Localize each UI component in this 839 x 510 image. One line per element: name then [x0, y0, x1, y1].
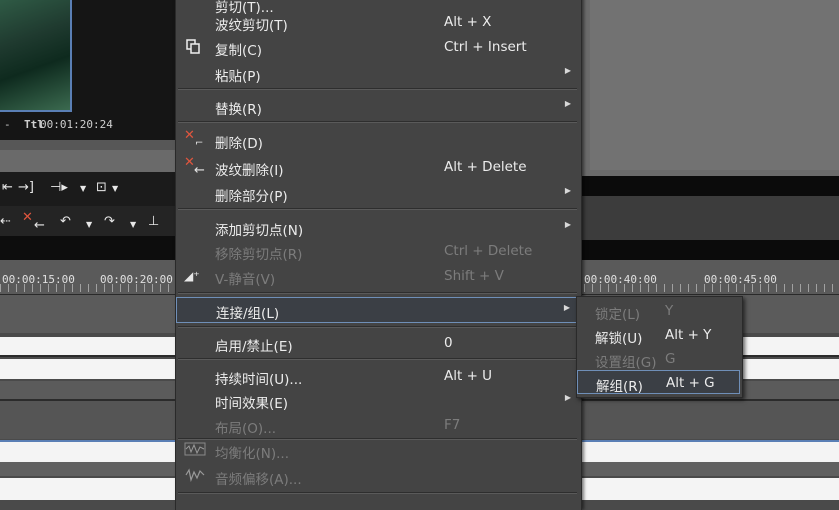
menu-separator	[178, 292, 577, 294]
clip-icon[interactable]: ⊡	[96, 180, 107, 195]
submenu-arrow-icon: ▶	[564, 220, 571, 229]
menu-item-time-effect[interactable]: 时间效果(E) ▶	[176, 388, 579, 412]
menu-separator	[178, 358, 577, 360]
chevron-down-icon[interactable]: ▼	[86, 220, 92, 229]
playback-toolbar: ⇤ →] ⊣▸ ▼ ⊡ ▼	[0, 172, 175, 206]
submenu-item-unlock[interactable]: 解锁(U) Alt + Y	[577, 323, 740, 347]
chevron-down-icon[interactable]: ▼	[80, 184, 86, 193]
menu-item-audio-offset: 音频偏移(A)...	[176, 464, 579, 488]
preview-scrub-bar[interactable]	[0, 150, 175, 172]
mark-in-icon[interactable]: →]	[18, 180, 34, 195]
timeline-header-band	[0, 236, 175, 260]
chevron-down-icon[interactable]: ▼	[112, 184, 118, 193]
submenu-item-lock: 锁定(L) Y	[595, 303, 674, 323]
menu-item-link-group[interactable]: 连接/组(L) ▶	[176, 297, 579, 323]
menu-item-ripple-delete[interactable]: ✕ ← 波纹删除(I) Alt + Delete	[176, 155, 579, 179]
ripple-tool-icon[interactable]: ⇠	[0, 214, 11, 229]
submenu-arrow-icon: ▶	[564, 66, 571, 75]
step-back-icon[interactable]: ⇤	[2, 180, 13, 195]
menu-separator	[178, 208, 577, 210]
menu-separator	[178, 326, 577, 328]
timecode-total: 00:01:20:24	[40, 118, 113, 131]
undo-icon[interactable]: ↶	[60, 214, 71, 229]
preview-frame	[0, 0, 72, 112]
delete-icon: ✕ ⌐	[184, 128, 204, 149]
menu-item-ripple-cut[interactable]: 波纹剪切(T) Alt + X	[176, 10, 579, 34]
submenu-arrow-icon: ▶	[564, 393, 571, 402]
audio-offset-icon	[184, 467, 208, 485]
menu-item-layout: 布局(O)... F7	[215, 417, 461, 437]
menu-separator	[178, 88, 577, 90]
menu-item-replace[interactable]: 替换(R) ▶	[176, 94, 579, 118]
arrow-left-icon[interactable]: ←	[34, 218, 45, 233]
menu-item-add-cut-point[interactable]: 添加剪切点(N) ▶	[176, 215, 579, 239]
menu-separator	[178, 121, 577, 123]
menu-item-copy[interactable]: 复制(C) Ctrl + Insert	[176, 35, 579, 59]
submenu-item-set-group: 设置组(G) G	[595, 351, 676, 371]
ruler-label: 00:00:15:00	[2, 273, 75, 286]
ruler-label: 00:00:45:00	[704, 273, 777, 286]
submenu-item-ungroup[interactable]: 解组(R) Alt + G	[577, 370, 740, 395]
ruler-label: 00:00:40:00	[584, 273, 657, 286]
trim-icon[interactable]: ⊥	[148, 214, 159, 229]
menu-item-delete[interactable]: ✕ ⌐ 删除(D)	[176, 128, 579, 152]
submenu-arrow-icon: ▶	[564, 186, 571, 195]
menu-item-equalize: 均衡化(N)...	[176, 438, 579, 462]
submenu-arrow-icon: ▶	[563, 303, 570, 312]
menu-item-duration[interactable]: 持续时间(U)... Alt + U	[176, 364, 579, 388]
submenu-arrow-icon: ▶	[564, 99, 571, 108]
recorder-monitor	[590, 0, 839, 170]
recorder-toolbar	[580, 196, 839, 240]
chevron-down-icon[interactable]: ▼	[130, 220, 136, 229]
menu-item-delete-part[interactable]: 删除部分(P) ▶	[176, 181, 579, 205]
redo-icon[interactable]: ↷	[104, 214, 115, 229]
timecode-left-mark: -	[4, 118, 11, 131]
ripple-delete-icon: ✕ ←	[184, 155, 205, 178]
preview-divider	[0, 140, 175, 150]
equalize-icon	[184, 441, 208, 459]
menu-separator	[178, 492, 577, 494]
copy-icon	[184, 38, 208, 56]
mark-out-icon[interactable]: ⊣▸	[50, 180, 68, 195]
menu-item-enable-disable[interactable]: 启用/禁止(E) 0	[176, 331, 579, 355]
mute-icon: ◢⁺	[184, 269, 200, 283]
menu-item-remove-cut-point: 移除剪切点(R) Ctrl + Delete	[215, 243, 533, 263]
menu-item-v-mute: ◢⁺ V-静音(V) Shift + V	[184, 268, 504, 288]
ripple-delete-tool-icon[interactable]: ✕	[22, 210, 33, 225]
menu-item-paste[interactable]: 粘贴(P) ▶	[176, 61, 579, 85]
ruler-label: 00:00:20:00	[100, 273, 173, 286]
